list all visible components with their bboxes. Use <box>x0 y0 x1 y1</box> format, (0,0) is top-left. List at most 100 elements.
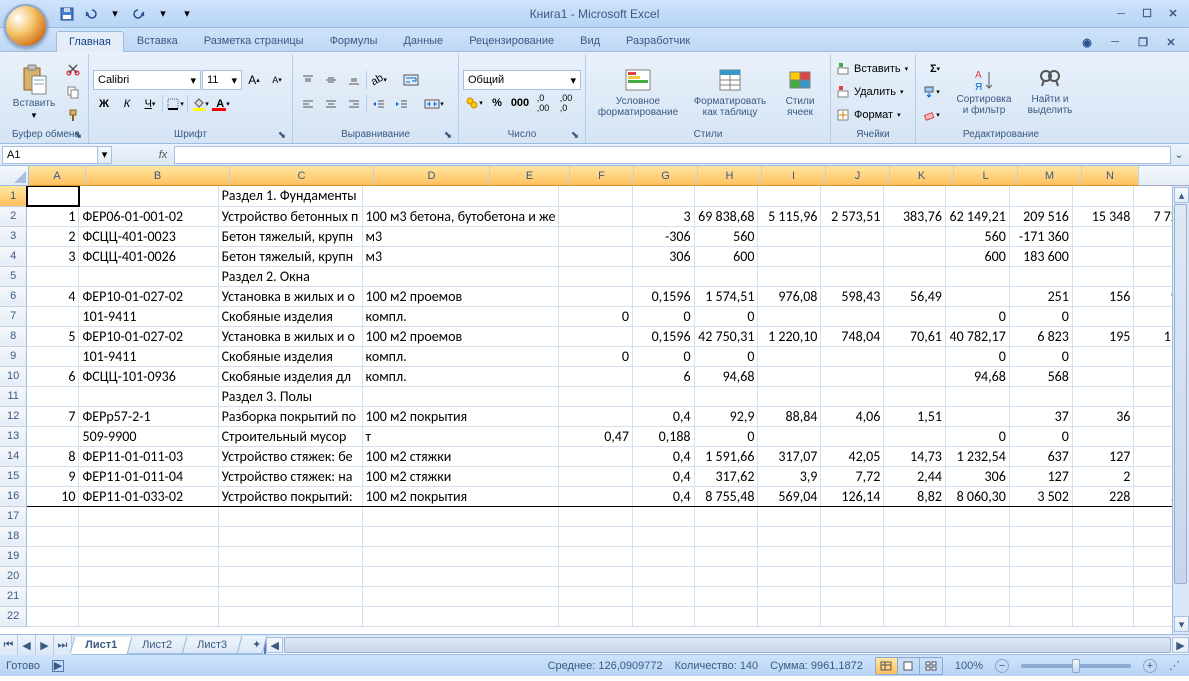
row-header[interactable]: 3 <box>0 226 27 246</box>
column-header-A[interactable]: A <box>29 166 86 186</box>
cell[interactable] <box>884 186 946 206</box>
cell[interactable] <box>27 306 79 326</box>
cell[interactable]: 976,08 <box>758 286 821 306</box>
column-header-E[interactable]: E <box>490 166 570 186</box>
cell[interactable] <box>884 586 946 606</box>
row-header[interactable]: 21 <box>0 586 27 606</box>
sheet-nav-next[interactable]: ▶ <box>36 635 54 655</box>
cell[interactable]: 100 м2 проемов <box>362 326 559 346</box>
format-painter-button[interactable] <box>62 104 84 126</box>
cell[interactable] <box>694 266 758 286</box>
cell[interactable] <box>821 266 884 286</box>
view-page-layout[interactable] <box>898 658 920 674</box>
cell[interactable]: 0 <box>632 346 694 366</box>
decrease-indent-button[interactable] <box>368 93 390 115</box>
cell[interactable]: 0,4 <box>632 406 694 426</box>
cell[interactable] <box>1072 306 1134 326</box>
cell[interactable]: ФСЦЦ-401-0026 <box>79 246 218 266</box>
cell[interactable] <box>362 186 559 206</box>
maximize-button[interactable]: ☐ <box>1135 5 1159 23</box>
cell[interactable]: 0 <box>945 346 1009 366</box>
cell[interactable] <box>945 606 1009 626</box>
cell[interactable] <box>559 266 633 286</box>
orientation-button[interactable]: ab▾ <box>368 69 390 91</box>
cell[interactable]: Бетон тяжелый, крупн <box>218 246 362 266</box>
column-header-M[interactable]: M <box>1018 166 1082 186</box>
cell[interactable]: -171 360 <box>1009 226 1072 246</box>
cell[interactable] <box>559 566 633 586</box>
cell[interactable] <box>821 186 884 206</box>
cell[interactable] <box>27 426 79 446</box>
cell[interactable] <box>1009 546 1072 566</box>
cell[interactable] <box>884 506 946 526</box>
cell[interactable] <box>758 526 821 546</box>
cell[interactable]: 42 750,31 <box>694 326 758 346</box>
font-family-select[interactable]: Calibri▾ <box>93 70 201 90</box>
cell[interactable]: компл. <box>362 306 559 326</box>
sheet-nav-prev[interactable]: ◀ <box>18 635 36 655</box>
qat-redo-dropdown[interactable]: ▾ <box>152 3 174 25</box>
cell[interactable] <box>559 446 633 466</box>
row-header[interactable]: 14 <box>0 446 27 466</box>
copy-button[interactable] <box>62 81 84 103</box>
cell[interactable] <box>632 526 694 546</box>
cell[interactable]: 92,9 <box>694 406 758 426</box>
cell[interactable]: ФЕРр57-2-1 <box>79 406 218 426</box>
qat-undo[interactable] <box>80 3 102 25</box>
cell[interactable]: 600 <box>945 246 1009 266</box>
cell[interactable]: 1 232,54 <box>945 446 1009 466</box>
cell[interactable]: ФЕР10-01-027-02 <box>79 326 218 346</box>
cell[interactable]: 8 060,30 <box>945 486 1009 506</box>
cell[interactable] <box>79 526 218 546</box>
name-box[interactable]: A1 <box>2 146 98 164</box>
row-header[interactable]: 16 <box>0 486 27 506</box>
cell[interactable]: 127 <box>1009 466 1072 486</box>
sheet-tab-3[interactable]: Лист3 <box>182 637 243 654</box>
cell[interactable]: 62 149,21 <box>945 206 1009 226</box>
cell[interactable] <box>821 306 884 326</box>
cell[interactable] <box>1009 386 1072 406</box>
cell[interactable]: 3 502 <box>1009 486 1072 506</box>
cell[interactable]: 37 <box>1009 406 1072 426</box>
cell[interactable]: Скобяные изделия дл <box>218 366 362 386</box>
row-header[interactable]: 4 <box>0 246 27 266</box>
wrap-text-button[interactable] <box>391 69 431 91</box>
formula-input[interactable] <box>174 146 1171 164</box>
cell[interactable] <box>758 386 821 406</box>
cell[interactable] <box>1009 266 1072 286</box>
cell[interactable]: ФЕР11-01-033-02 <box>79 486 218 506</box>
cell[interactable] <box>362 526 559 546</box>
cell[interactable]: 0 <box>559 306 633 326</box>
cell[interactable] <box>821 426 884 446</box>
cell[interactable]: 0,47 <box>559 426 633 446</box>
cell[interactable]: 2 573,51 <box>821 206 884 226</box>
cell[interactable] <box>694 526 758 546</box>
cell[interactable]: -306 <box>632 226 694 246</box>
cell[interactable] <box>632 586 694 606</box>
cell[interactable] <box>559 406 633 426</box>
clipboard-launcher[interactable]: ⬊ <box>72 129 84 141</box>
clear-button[interactable]: ▾ <box>920 104 942 126</box>
cell[interactable] <box>821 346 884 366</box>
cell[interactable] <box>694 566 758 586</box>
cell[interactable]: 0,4 <box>632 466 694 486</box>
cell[interactable]: 42,05 <box>821 446 884 466</box>
cell[interactable] <box>1072 506 1134 526</box>
cell[interactable] <box>884 346 946 366</box>
cell[interactable]: Раздел 2. Окна <box>218 266 362 286</box>
cell[interactable] <box>27 186 79 206</box>
sheet-tab-2[interactable]: Лист2 <box>127 637 188 654</box>
cell[interactable]: 2 <box>1072 466 1134 486</box>
row-header[interactable]: 9 <box>0 346 27 366</box>
cell[interactable] <box>632 506 694 526</box>
cell[interactable] <box>884 426 946 446</box>
cell[interactable] <box>758 186 821 206</box>
resize-grip[interactable]: ⋰ <box>1169 659 1183 672</box>
cell[interactable] <box>945 266 1009 286</box>
cell[interactable]: Раздел 3. Полы <box>218 386 362 406</box>
qat-undo-dropdown[interactable]: ▾ <box>104 3 126 25</box>
cell[interactable] <box>1072 606 1134 626</box>
row-header[interactable]: 19 <box>0 546 27 566</box>
cell[interactable] <box>945 566 1009 586</box>
cell[interactable] <box>1072 186 1134 206</box>
